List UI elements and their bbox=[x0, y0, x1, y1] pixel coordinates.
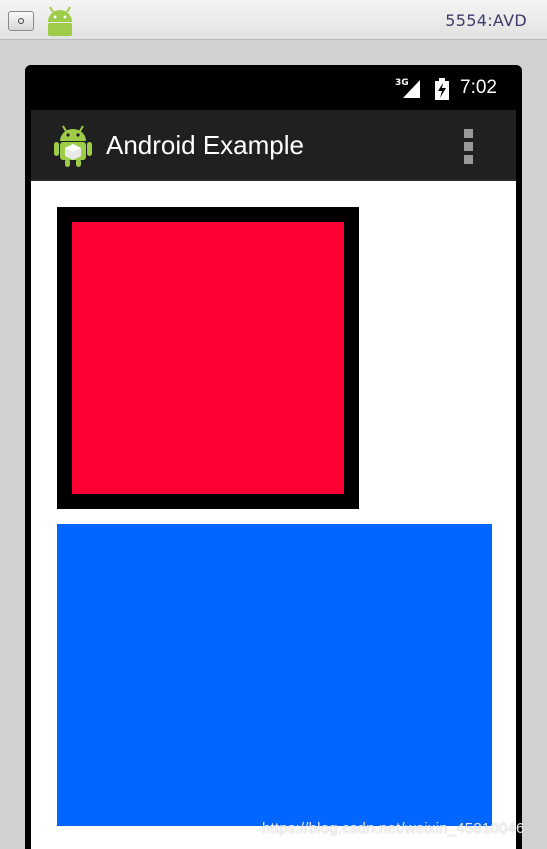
status-clock: 7:02 bbox=[460, 77, 497, 98]
signal-3g-icon: 3G bbox=[395, 78, 420, 98]
signal-label: 3G bbox=[395, 78, 409, 88]
status-bar: 3G 7:02 bbox=[25, 65, 522, 110]
app-title: Android Example bbox=[106, 130, 304, 160]
action-bar: Android Example bbox=[31, 110, 516, 181]
device-screen: 3G 7:02 Android Example bbox=[25, 65, 522, 849]
emulator-menu-icon[interactable] bbox=[8, 11, 34, 31]
watermark-text: https://blog.csdn.net/weixin_45810046 bbox=[262, 820, 525, 837]
red-box bbox=[72, 222, 344, 494]
battery-charging-icon bbox=[435, 78, 449, 100]
overflow-menu-icon[interactable] bbox=[464, 129, 474, 165]
emulator-title: 5554:AVD bbox=[445, 11, 527, 30]
red-box-border bbox=[57, 207, 359, 509]
blue-box bbox=[57, 524, 492, 826]
android-app-icon[interactable] bbox=[53, 124, 93, 168]
content-area bbox=[31, 181, 516, 849]
android-logo-icon bbox=[48, 6, 72, 36]
emulator-title-bar: 5554:AVD bbox=[0, 0, 547, 40]
